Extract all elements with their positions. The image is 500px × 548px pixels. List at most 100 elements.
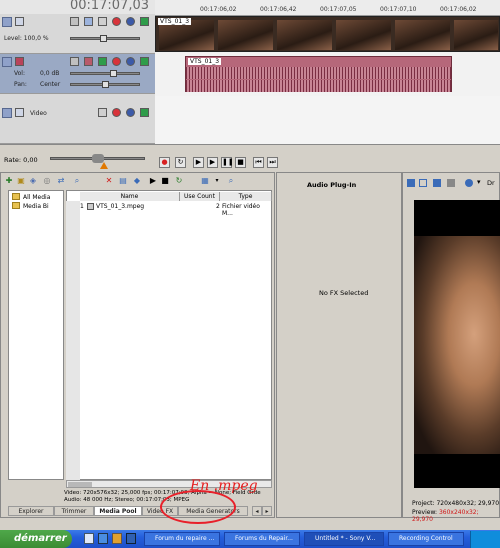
preview-quality-icon[interactable] [465, 179, 473, 187]
track-number-badge [2, 17, 12, 27]
automation-icon[interactable] [126, 108, 135, 117]
rate-marker-icon [100, 162, 108, 169]
external-monitor-icon[interactable] [419, 179, 427, 187]
audio-track-header[interactable]: Vol: 0,0 dB Pan: Center [0, 54, 155, 94]
play-icon[interactable]: ▶ [207, 157, 218, 168]
folder-icon [12, 202, 20, 209]
taskbar-item[interactable]: Forums du Repair... [224, 532, 300, 546]
volume-slider-thumb[interactable] [110, 70, 117, 77]
volume-slider[interactable] [70, 72, 140, 75]
views-icon[interactable]: ▦ [200, 176, 210, 186]
delete-icon[interactable]: ✕ [104, 176, 114, 186]
fx-icon[interactable] [98, 17, 107, 26]
tabs-scroll-right-icon[interactable]: ▸ [262, 506, 272, 516]
video-thumbnail [336, 20, 391, 50]
play-from-start-icon[interactable]: ▶ [193, 157, 204, 168]
tab-trimmer[interactable]: Trimmer [54, 506, 94, 516]
record-arm-icon[interactable] [112, 57, 121, 66]
quick-launch-icon[interactable] [112, 533, 122, 544]
burn-icon[interactable]: ◎ [42, 176, 52, 186]
media-list[interactable] [66, 190, 272, 480]
replace-icon[interactable]: ⇄ [56, 176, 66, 186]
taskbar-item[interactable]: Untitled * - Sony V... [304, 532, 384, 546]
tree-item-media-bins[interactable]: Media Bi [12, 202, 49, 210]
media-fx-icon[interactable]: ◆ [132, 176, 142, 186]
tabs-scroll-left-icon[interactable]: ◂ [252, 506, 262, 516]
solo-icon[interactable] [84, 57, 93, 66]
mute-icon[interactable] [70, 57, 79, 66]
track-type-icon [15, 17, 24, 26]
track-name: Video [30, 110, 47, 117]
timeline-ruler[interactable]: 00:17:06,02 00:17:06,42 00:17:07,05 00:1… [155, 0, 500, 16]
column-header-type[interactable]: Type [220, 192, 272, 201]
level-slider-thumb[interactable] [100, 35, 107, 42]
auto-preview-icon[interactable]: ↻ [174, 176, 184, 186]
properties-icon[interactable]: ▤ [118, 176, 128, 186]
pan-label: Pan: [14, 81, 27, 88]
go-to-start-icon[interactable]: ⏮ [253, 157, 264, 168]
audio-clip[interactable]: VTS_01_3 [185, 56, 452, 92]
ruler-tick-label: 00:17:06,02 [440, 6, 477, 13]
automation-icon[interactable] [126, 17, 135, 26]
scrollbar-thumb[interactable] [68, 482, 92, 487]
quick-launch-icon[interactable] [84, 533, 94, 544]
media-use-count: 2 [216, 203, 220, 210]
preview-quality-dropdown[interactable]: ▾ [477, 178, 481, 186]
mute-icon[interactable] [70, 17, 79, 26]
video-thumbnail [277, 20, 332, 50]
column-header-use-count[interactable]: Use Count [180, 192, 220, 201]
tree-item-all-media[interactable]: All Media [12, 193, 50, 201]
preview-preview-info: Preview: 360x240x32; 29,970 [412, 509, 500, 523]
column-header-name[interactable]: Name [80, 192, 180, 201]
system-tray[interactable] [470, 531, 500, 548]
taskbar-item[interactable]: Forum du repaire ... [144, 532, 220, 546]
fx-icon[interactable] [98, 57, 107, 66]
preview-image [414, 236, 500, 454]
record-arm-icon[interactable] [112, 108, 121, 117]
record-arm-icon[interactable] [112, 17, 121, 26]
stop-preview-icon[interactable]: ■ [160, 176, 170, 186]
lock-icon[interactable] [140, 108, 149, 117]
get-media-icon[interactable]: ◈ [28, 176, 38, 186]
empty-track-lane[interactable] [155, 96, 500, 144]
automation-icon[interactable] [126, 57, 135, 66]
lock-icon[interactable] [140, 57, 149, 66]
track-number-badge [2, 57, 12, 67]
capture-icon[interactable]: ▣ [16, 176, 26, 186]
quick-launch-icon[interactable] [98, 533, 108, 544]
go-to-end-icon[interactable]: ⏭ [267, 157, 278, 168]
play-preview-icon[interactable]: ▶ [148, 176, 158, 186]
split-screen-icon[interactable] [433, 179, 441, 187]
pan-slider-thumb[interactable] [102, 81, 109, 88]
start-button[interactable]: démarrer [0, 530, 72, 548]
import-media-icon[interactable]: ✚ [4, 176, 14, 186]
lock-icon[interactable] [140, 17, 149, 26]
zoom-icon[interactable]: ⌕ [226, 176, 236, 186]
record-icon[interactable]: ● [159, 157, 170, 168]
video-clip[interactable]: VTS_01_3 [155, 16, 500, 52]
preview-settings-icon[interactable] [407, 179, 415, 187]
chevron-down-icon[interactable]: ▾ [212, 176, 222, 186]
row-number-gutter [66, 201, 80, 480]
audio-type-icon [15, 57, 24, 66]
tab-media-pool[interactable]: Media Pool [94, 506, 142, 516]
table-row[interactable]: 1 VTS_01_3.mpeg 2 Fichier vidéo M... [66, 203, 272, 217]
solo-icon[interactable] [84, 17, 93, 26]
audio-waveform-right [186, 80, 451, 92]
quick-launch-icon[interactable] [126, 533, 136, 544]
plugin-title: Audio Plug-In [307, 181, 357, 189]
search-icon[interactable]: ⌕ [72, 176, 82, 186]
taskbar-item[interactable]: Recording Control [388, 532, 464, 546]
level-label: Level: 100,0 % [4, 35, 49, 42]
pause-icon[interactable]: ❚❚ [221, 157, 234, 168]
fx-icon[interactable] [98, 108, 107, 117]
media-bins-tree[interactable]: All Media Media Bi [8, 190, 64, 480]
video-track-header[interactable]: Level: 100,0 % [0, 14, 155, 54]
video-track-2-header[interactable]: Video [0, 94, 155, 144]
vol-label: Vol: [14, 70, 25, 77]
ruler-tick-label: 00:17:06,02 [200, 6, 237, 13]
tab-explorer[interactable]: Explorer [8, 506, 54, 516]
loop-icon[interactable]: ↻ [175, 157, 186, 168]
overlays-icon[interactable] [447, 179, 455, 187]
stop-icon[interactable]: ■ [235, 157, 246, 168]
